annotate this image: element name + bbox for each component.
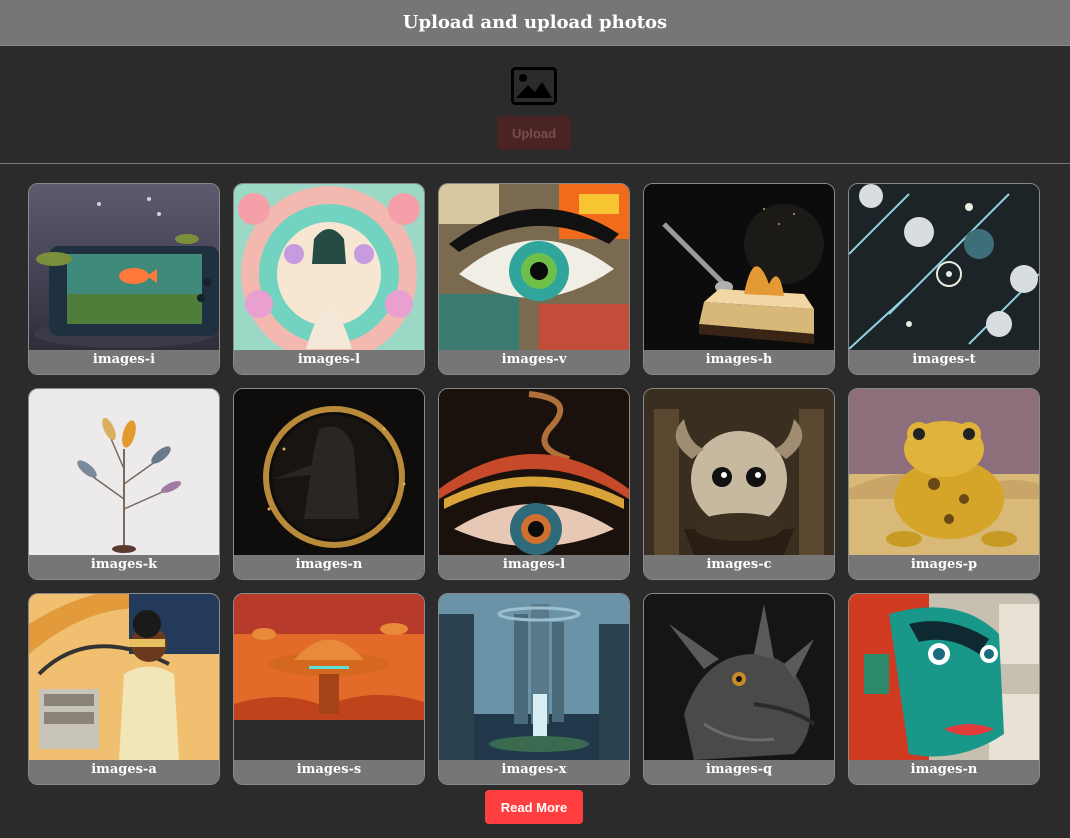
waterfall-city-image <box>439 594 629 760</box>
sapling-image <box>29 389 219 555</box>
upload-button[interactable]: Upload <box>497 116 571 150</box>
gallery-card[interactable]: images-k <box>28 388 220 580</box>
gallery-card[interactable]: images-l <box>233 183 425 375</box>
gallery-card[interactable]: images-n <box>848 593 1040 785</box>
gallery-card[interactable]: images-q <box>643 593 835 785</box>
gallery-card[interactable]: images-n <box>233 388 425 580</box>
gallery-card[interactable]: images-c <box>643 388 835 580</box>
read-more-button[interactable]: Read More <box>485 790 583 824</box>
ufo-landscape-image <box>234 594 424 760</box>
gallery-card[interactable]: images-p <box>848 388 1040 580</box>
gallery-card[interactable]: images-s <box>233 593 425 785</box>
card-caption: images-c <box>644 555 834 579</box>
gallery-card[interactable]: images-h <box>643 183 835 375</box>
image-gallery: images-i images-l images-v images-h imag… <box>28 183 1040 785</box>
floral-doll-image <box>234 184 424 350</box>
cake-slice-image <box>644 184 834 350</box>
fish-aquarium-image <box>29 184 219 350</box>
eye-collage-image <box>439 184 629 350</box>
gallery-card[interactable]: images-i <box>28 183 220 375</box>
dragon-head-image <box>644 594 834 760</box>
card-caption: images-n <box>849 760 1039 784</box>
geometric-pattern-image <box>849 184 1039 350</box>
card-caption: images-x <box>439 760 629 784</box>
hooded-figure-image <box>234 389 424 555</box>
card-caption: images-v <box>439 350 629 374</box>
yellow-frog-image <box>849 389 1039 555</box>
card-caption: images-k <box>29 555 219 579</box>
card-caption: images-l <box>234 350 424 374</box>
gallery-card[interactable]: images-a <box>28 593 220 785</box>
card-caption: images-i <box>29 350 219 374</box>
image-icon[interactable] <box>510 66 558 106</box>
gallery-card[interactable]: images-l <box>438 388 630 580</box>
card-caption: images-h <box>644 350 834 374</box>
card-caption: images-l <box>439 555 629 579</box>
fluffy-creature-image <box>644 389 834 555</box>
card-caption: images-a <box>29 760 219 784</box>
card-caption: images-t <box>849 350 1039 374</box>
gallery-card[interactable]: images-v <box>438 183 630 375</box>
upload-area: Upload <box>0 46 1070 164</box>
comic-pilot-image <box>29 594 219 760</box>
card-caption: images-n <box>234 555 424 579</box>
gallery-card[interactable]: images-x <box>438 593 630 785</box>
page-header: Upload and upload photos <box>0 0 1070 46</box>
page-title: Upload and upload photos <box>402 12 668 33</box>
card-caption: images-s <box>234 760 424 784</box>
card-caption: images-p <box>849 555 1039 579</box>
gallery-card[interactable]: images-t <box>848 183 1040 375</box>
collage-face-image <box>849 594 1039 760</box>
ornate-eye-image <box>439 389 629 555</box>
card-caption: images-q <box>644 760 834 784</box>
